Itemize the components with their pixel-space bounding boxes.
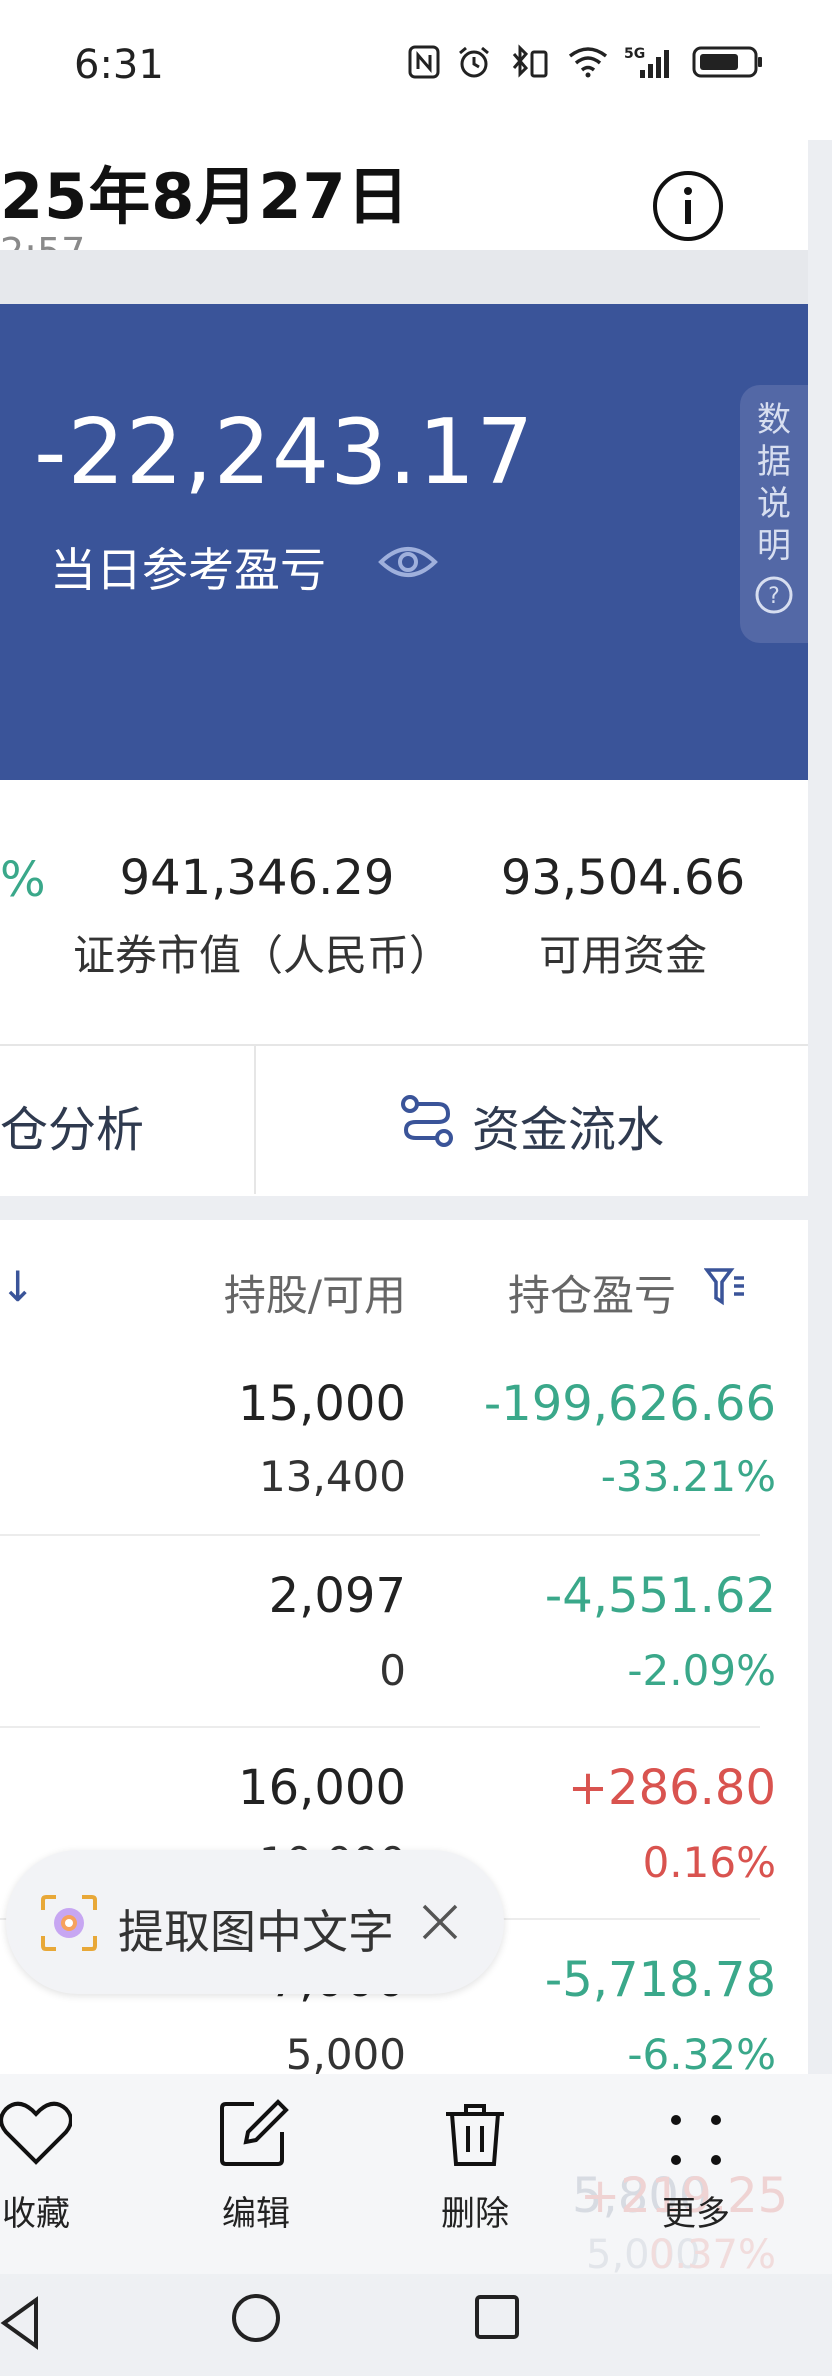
account-stats xyxy=(0,780,808,1044)
info-icon[interactable] xyxy=(652,170,724,242)
holding-shares: 2,097 xyxy=(268,1568,406,1624)
holding-pl-pct: -33.21% xyxy=(600,1452,776,1501)
tab-fund-flow[interactable]: 资金流水 xyxy=(472,1090,664,1160)
data-note-char: 说 xyxy=(757,484,791,524)
col-header-shares[interactable]: 持股/可用 xyxy=(200,1262,406,1323)
securities-market-value-label: 证券市值（人民币） xyxy=(72,931,451,980)
favorite-label[interactable]: 收藏 xyxy=(0,2186,96,2235)
tab-divider xyxy=(254,1046,256,1194)
nfc-icon xyxy=(408,45,440,79)
holding-available: 5,000 xyxy=(285,2030,406,2079)
back-icon[interactable] xyxy=(0,2296,40,2350)
holding-shares: 16,000 xyxy=(238,1760,406,1816)
more-label[interactable]: 更多 xyxy=(636,2186,756,2235)
heart-icon[interactable] xyxy=(0,2100,72,2166)
system-nav-bar xyxy=(0,2274,832,2376)
trash-icon[interactable] xyxy=(442,2100,508,2168)
home-icon[interactable] xyxy=(230,2292,282,2344)
status-time: 6:31 xyxy=(74,42,164,88)
extract-text-label: 提取图中文字 xyxy=(118,1905,394,1959)
ocr-lens-icon xyxy=(41,1895,97,1951)
tab-position-analysis[interactable]: 仓分析 xyxy=(0,1090,144,1160)
data-note-button[interactable]: 数 据 说 明 ? xyxy=(740,385,808,643)
question-icon: ? xyxy=(755,576,793,614)
fund-flow-icon xyxy=(401,1095,453,1147)
available-funds-value: 93,504.66 xyxy=(500,850,746,906)
signal-5g-icon: 5G xyxy=(624,46,669,78)
recents-icon[interactable] xyxy=(474,2294,520,2340)
alarm-icon xyxy=(459,46,489,78)
row-divider xyxy=(0,1534,760,1536)
svg-text:?: ? xyxy=(768,584,780,609)
more-icon[interactable] xyxy=(668,2112,724,2168)
sort-arrow-icon[interactable]: ↓ xyxy=(0,1262,35,1311)
col-header-pl[interactable]: 持仓盈亏 xyxy=(508,1262,676,1323)
data-note-char: 明 xyxy=(757,526,791,566)
bluetooth-battery-icon xyxy=(512,44,548,78)
securities-market-value: 941,346.29 xyxy=(119,850,395,906)
stat-partial-value: % xyxy=(0,852,46,908)
header-divider xyxy=(0,250,808,304)
wifi-icon xyxy=(568,47,608,78)
delete-label[interactable]: 删除 xyxy=(415,2186,535,2235)
daily-pl-value: -22,243.17 xyxy=(34,400,535,505)
faded-row-pl-pct: 0.37% xyxy=(648,2232,776,2278)
eye-icon[interactable] xyxy=(378,536,438,588)
holding-pl: +286.80 xyxy=(567,1760,776,1816)
holding-pl: -4,551.62 xyxy=(544,1568,776,1624)
close-icon[interactable] xyxy=(420,1902,460,1942)
data-note-char: 数 xyxy=(757,400,791,440)
holding-pl: -199,626.66 xyxy=(483,1376,776,1432)
data-note-char: 据 xyxy=(757,442,791,482)
holding-pl-pct: -2.09% xyxy=(627,1646,776,1695)
edit-label[interactable]: 编辑 xyxy=(196,2186,316,2235)
page-date: 25年8月27日 xyxy=(0,160,410,233)
available-funds-label: 可用资金 xyxy=(538,931,707,980)
filter-sort-icon[interactable] xyxy=(704,1266,746,1308)
status-icons: 5G xyxy=(408,44,764,80)
holding-pl-pct: -6.32% xyxy=(627,2030,776,2079)
edit-icon[interactable] xyxy=(218,2098,290,2168)
holding-available: 0 xyxy=(379,1646,406,1695)
row-divider xyxy=(0,1726,760,1728)
holding-shares: 15,000 xyxy=(238,1376,406,1432)
holding-available: 13,400 xyxy=(259,1452,406,1501)
svg-text:5G: 5G xyxy=(624,46,645,62)
battery-icon xyxy=(692,46,762,78)
daily-pl-label: 当日参考盈亏 xyxy=(50,543,326,597)
